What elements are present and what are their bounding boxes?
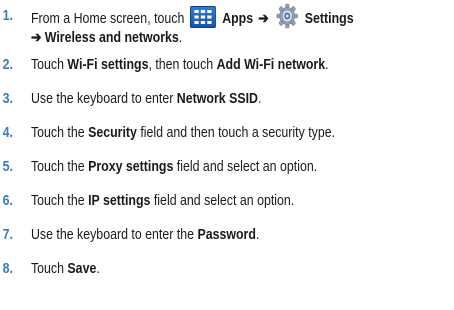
step-text-plain: Touch the (30, 125, 89, 141)
step-text: Touch the IP settings field and select a… (31, 191, 294, 211)
apps-grid-icon (190, 6, 217, 28)
step-text: Touch Wi-Fi settings, then touch Add Wi-… (31, 55, 329, 75)
step-period: . (178, 30, 183, 46)
ip-settings-label: IP settings (88, 193, 151, 209)
step-text-plain: Touch (30, 261, 68, 277)
arrow: ➔ (30, 30, 42, 46)
step-period: . (255, 227, 260, 243)
proxy-settings-label: Proxy settings (88, 159, 174, 175)
step-text: Use the keyboard to enter the Password. (31, 225, 259, 245)
step-text-plain: Touch the (30, 193, 89, 209)
step-text-plain: , then touch (148, 57, 217, 73)
add-wifi-network-label: Add Wi-Fi network (216, 57, 326, 73)
step-text-plain: Use the keyboard to enter (30, 91, 177, 107)
step-text-plain: Touch (30, 57, 68, 73)
settings-label: Settings (304, 10, 354, 27)
arrow: ➔ (258, 10, 269, 27)
step-text: Use the keyboard to enter Network SSID. (31, 89, 261, 109)
step-text: Touch the Security field and then touch … (31, 123, 335, 143)
step-period: . (257, 91, 262, 107)
step-number: 1. (2, 8, 13, 24)
step-text-plain: field and then touch a security type. (136, 125, 336, 141)
step-period: . (325, 57, 329, 73)
step-text-plain: Use the keyboard to enter the (30, 227, 198, 243)
save-label: Save (67, 261, 97, 277)
step-number: 2. (2, 57, 13, 73)
security-label: Security (88, 125, 137, 141)
step-text: Touch the Proxy settings field and selec… (31, 157, 317, 177)
step-text-plain: From a Home screen, touch (30, 10, 185, 27)
apps-label: Apps (222, 10, 254, 27)
step-number: 6. (2, 193, 13, 209)
step-text-continued: ➔ Wireless and networks. (31, 28, 182, 48)
step-text-plain: field and select an option. (150, 193, 295, 209)
step-text-plain: field and select an option. (173, 159, 318, 175)
step-number: 5. (2, 159, 13, 175)
step-number: 8. (2, 261, 13, 277)
wireless-networks-label: Wireless and networks (44, 30, 179, 46)
settings-gear-icon (276, 3, 299, 29)
step-number: 7. (2, 227, 13, 243)
network-ssid-label: Network SSID (176, 91, 258, 107)
step-period: . (96, 261, 100, 277)
password-label: Password (197, 227, 256, 243)
step-text: Touch Save. (31, 259, 100, 279)
step-text-plain: Touch the (30, 159, 89, 175)
step-number: 4. (2, 125, 13, 141)
wifi-settings-label: Wi-Fi settings (67, 57, 149, 73)
step-number: 3. (2, 91, 13, 107)
